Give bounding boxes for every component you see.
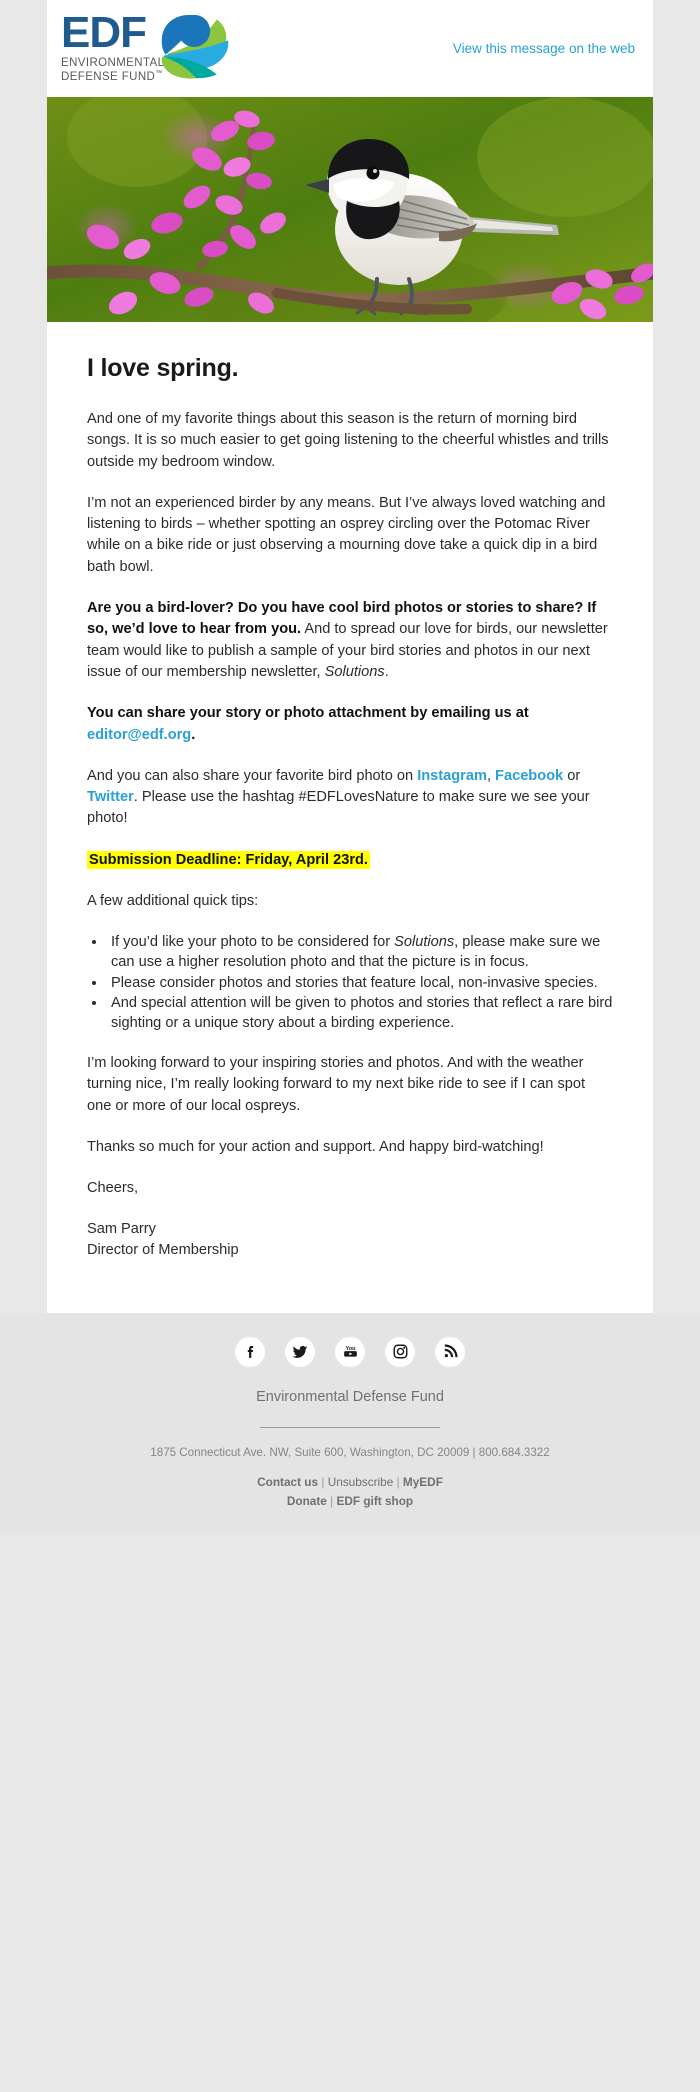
email-instructions-bold-a: You can share your story or photo attach… xyxy=(87,705,529,722)
footer-address: 1875 Connecticut Ave. NW, Suite 600, Was… xyxy=(150,1445,550,1459)
hero-bird-photo xyxy=(47,97,653,322)
edf-fan-icon xyxy=(162,15,229,80)
social-share-text-c: or xyxy=(563,767,581,784)
svg-text:You: You xyxy=(345,1346,356,1352)
paragraph-social-share: And you can also share your favorite bir… xyxy=(87,766,613,830)
list-item: Please consider photos and stories that … xyxy=(107,973,613,993)
email-body: EDF ENVIRONMENTAL DEFENSE FUND™ View thi… xyxy=(0,0,700,1534)
paragraph-email-instructions: You can share your story or photo attach… xyxy=(87,703,613,746)
email-footer: You Environmental Defense Fund 1875 Conn… xyxy=(0,1312,700,1534)
social-share-text-d: . Please use the hashtag #EDFLovesNature… xyxy=(87,789,590,827)
contact-us-link[interactable]: Contact us xyxy=(257,1475,318,1489)
unsubscribe-link[interactable]: Unsubscribe xyxy=(328,1475,394,1489)
logo-tagline-line1: ENVIRONMENTAL xyxy=(61,56,165,69)
tip-italic-solutions: Solutions xyxy=(394,934,455,951)
link-separator: | xyxy=(396,1474,400,1489)
email-header: EDF ENVIRONMENTAL DEFENSE FUND™ View thi… xyxy=(47,0,653,97)
myedf-link[interactable]: MyEDF xyxy=(403,1475,443,1489)
paragraph-birder: I’m not an experienced birder by any mea… xyxy=(87,494,606,575)
link-separator: | xyxy=(321,1474,325,1489)
tip-text-pre: And special attention will be given to p… xyxy=(111,994,613,1031)
rss-icon[interactable] xyxy=(435,1336,465,1367)
list-item: If you’d like your photo to be considere… xyxy=(107,932,613,972)
instagram-link[interactable]: Instagram xyxy=(417,768,487,784)
link-separator: | xyxy=(330,1494,334,1508)
twitter-icon[interactable] xyxy=(285,1336,315,1367)
logo-wordmark: EDF xyxy=(61,8,147,58)
paragraph-looking-forward: I’m looking forward to your inspiring st… xyxy=(87,1054,586,1114)
email-instructions-bold-b: . xyxy=(191,726,196,743)
signature-title: Director of Membership xyxy=(87,1242,239,1259)
gift-shop-link[interactable]: EDF gift shop xyxy=(336,1494,413,1508)
donate-link[interactable]: Donate xyxy=(287,1494,327,1508)
paragraph-intro: And one of my favorite things about this… xyxy=(87,411,609,470)
tips-intro: A few additional quick tips: xyxy=(87,893,259,910)
footer-links-row-1: Contact us | Unsubscribe | MyEDF xyxy=(0,1473,700,1492)
paragraph-thanks: Thanks so much for your action and suppo… xyxy=(87,1138,544,1155)
footer-links: Contact us | Unsubscribe | MyEDF Donate … xyxy=(0,1473,700,1511)
paragraph-call-to-share: Are you a bird-lover? Do you have cool b… xyxy=(87,598,613,683)
footer-divider xyxy=(260,1426,440,1428)
logo-tagline-line2: DEFENSE FUND xyxy=(61,70,156,83)
email-content: I love spring. And one of my favorite th… xyxy=(47,322,653,1313)
page-title: I love spring. xyxy=(87,354,239,382)
twitter-link[interactable]: Twitter xyxy=(87,789,134,805)
signature-name: Sam Parry xyxy=(87,1221,156,1238)
youtube-icon[interactable]: You xyxy=(335,1336,365,1367)
deadline-paragraph: Submission Deadline: Friday, April 23rd. xyxy=(87,850,613,871)
footer-links-row-2: Donate | EDF gift shop xyxy=(0,1492,700,1511)
social-links-row: You xyxy=(0,1336,700,1367)
logo-tagline: ENVIRONMENTAL DEFENSE FUND™ xyxy=(61,57,164,84)
editor-email-link[interactable]: editor@edf.org xyxy=(87,727,191,743)
social-share-text-b: , xyxy=(486,767,496,784)
newsletter-name-solutions: Solutions xyxy=(324,663,385,680)
edf-logo[interactable]: EDF ENVIRONMENTAL DEFENSE FUND™ xyxy=(61,8,234,84)
call-to-share-rest-b: . xyxy=(384,663,389,680)
tips-list: If you’d like your photo to be considere… xyxy=(87,932,613,1033)
submission-deadline-highlight: Submission Deadline: Friday, April 23rd. xyxy=(87,850,370,869)
organization-name: Environmental Defense Fund xyxy=(256,1388,444,1405)
tip-text-pre: Please consider photos and stories that … xyxy=(111,974,598,991)
instagram-icon[interactable] xyxy=(385,1336,415,1367)
signoff: Cheers, xyxy=(87,1180,139,1197)
hero-image-container xyxy=(47,97,653,322)
social-share-text-a: And you can also share your favorite bir… xyxy=(87,767,418,784)
tip-text-pre: If you’d like your photo to be considere… xyxy=(111,934,395,951)
facebook-link[interactable]: Facebook xyxy=(495,768,563,784)
facebook-icon[interactable] xyxy=(235,1336,265,1367)
list-item: And special attention will be given to p… xyxy=(107,993,613,1033)
view-on-web-link[interactable]: View this message on the web xyxy=(453,41,635,56)
